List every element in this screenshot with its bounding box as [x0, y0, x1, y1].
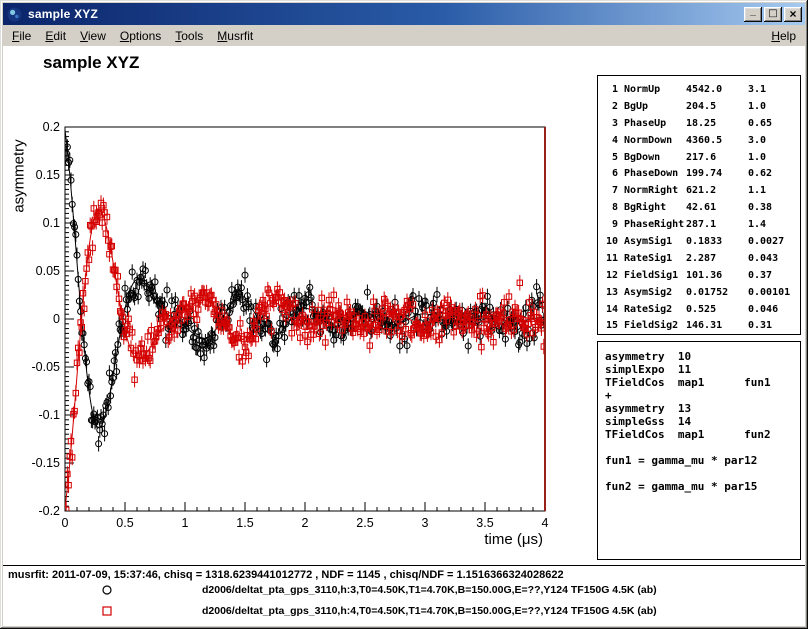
svg-text:0.5: 0.5: [116, 516, 133, 530]
menu-file[interactable]: File: [5, 26, 38, 46]
param-row: 3PhaseUp18.250.65: [604, 115, 800, 132]
param-row: 9PhaseRight287.11.4: [604, 216, 800, 233]
svg-text:4: 4: [542, 516, 549, 530]
svg-text:1.5: 1.5: [236, 516, 253, 530]
theory-line: [605, 441, 800, 454]
param-row: 7NormRight621.21.1: [604, 182, 800, 199]
param-row: 5BgDown217.61.0: [604, 149, 800, 166]
close-button[interactable]: ×: [784, 7, 802, 22]
theory-box[interactable]: asymmetry 10simplExpo 11TFieldCos map1 f…: [597, 341, 801, 560]
param-row: 12FieldSig1101.360.37: [604, 267, 800, 284]
svg-text:asymmetry: asymmetry: [11, 139, 28, 213]
param-row: 13AsymSig20.017520.00101: [604, 284, 800, 301]
legend-row-h3: d2006/deltat_pta_gps_3110,h:3,T0=4.50K,T…: [3, 583, 805, 597]
svg-text:-0.15: -0.15: [32, 456, 61, 470]
theory-line: fun2 = gamma_mu * par15: [605, 480, 800, 493]
theory-line: TFieldCos map1 fun1: [605, 376, 800, 389]
theory-line: asymmetry 10: [605, 350, 800, 363]
svg-text:-0.1: -0.1: [38, 408, 60, 422]
svg-text:0: 0: [53, 312, 60, 326]
legend-circle-marker-icon: [100, 583, 114, 597]
theory-line: +: [605, 389, 800, 402]
menu-musrfit[interactable]: Musrfit: [210, 26, 260, 46]
close-icon: ×: [789, 8, 796, 20]
menu-tools[interactable]: Tools: [168, 26, 210, 46]
param-row: 2BgUp204.51.0: [604, 98, 800, 115]
param-row: 1NormUp4542.03.1: [604, 81, 800, 98]
asymmetry-plot[interactable]: 0 0.5 1 1.5 2 2.5 3 3.5 4 -0.2 -0.15 -0.1 -0.05 0 0.05…: [3, 46, 595, 566]
theory-line: simpleGss 14: [605, 415, 800, 428]
svg-text:0.2: 0.2: [43, 120, 60, 134]
svg-text:0.05: 0.05: [36, 264, 60, 278]
param-table[interactable]: 1NormUp4542.03.12BgUp204.51.03PhaseUp18.…: [597, 75, 801, 335]
param-row: 8BgRight42.610.38: [604, 199, 800, 216]
root-canvas[interactable]: sample XYZ 00.511.522.533.54-0.2-0.15-0.…: [3, 46, 805, 626]
svg-text:-0.2: -0.2: [38, 504, 60, 518]
theory-line: simplExpo 11: [605, 363, 800, 376]
legend-label: d2006/deltat_pta_gps_3110,h:4,T0=4.50K,T…: [202, 605, 657, 617]
status-divider: [3, 565, 805, 566]
minimize-icon: _: [750, 9, 756, 15]
param-row: 4NormDown4360.53.0: [604, 132, 800, 149]
legend-label: d2006/deltat_pta_gps_3110,h:3,T0=4.50K,T…: [202, 584, 657, 596]
svg-text:0.15: 0.15: [36, 168, 60, 182]
param-row: 11RateSig12.2870.043: [604, 250, 800, 267]
svg-text:1: 1: [182, 516, 189, 530]
svg-text:time (μs): time (μs): [484, 531, 543, 548]
param-row: 10AsymSig10.18330.0027: [604, 233, 800, 250]
theory-line: fun1 = gamma_mu * par12: [605, 454, 800, 467]
param-row: 14RateSig20.5250.046: [604, 301, 800, 318]
status-line: musrfit: 2011-07-09, 15:37:46, chisq = 1…: [8, 569, 564, 581]
window-controls: _ □ ×: [744, 7, 802, 22]
app-icon[interactable]: [7, 7, 22, 22]
svg-text:-0.05: -0.05: [32, 360, 61, 374]
minimize-button[interactable]: _: [744, 7, 762, 22]
maximize-button[interactable]: □: [764, 7, 782, 22]
menu-help[interactable]: Help: [764, 26, 803, 46]
menu-view[interactable]: View: [73, 26, 113, 46]
svg-text:3: 3: [422, 516, 429, 530]
menubar: File Edit View Options Tools Musrfit Hel…: [3, 25, 805, 46]
svg-text:2.5: 2.5: [356, 516, 373, 530]
legend-square-marker-icon: [100, 604, 114, 618]
theory-line: [605, 467, 800, 480]
menu-edit[interactable]: Edit: [38, 26, 73, 46]
legend-row-h4: d2006/deltat_pta_gps_3110,h:4,T0=4.50K,T…: [3, 604, 805, 618]
svg-text:3.5: 3.5: [476, 516, 493, 530]
menu-options[interactable]: Options: [113, 26, 168, 46]
maximize-icon: □: [768, 9, 777, 19]
titlebar[interactable]: sample XYZ _ □ ×: [3, 3, 805, 25]
svg-text:0.1: 0.1: [43, 216, 60, 230]
window-title: sample XYZ: [28, 7, 98, 21]
theory-text: asymmetry 10simplExpo 11TFieldCos map1 f…: [605, 350, 800, 493]
theory-line: TFieldCos map1 fun2: [605, 428, 800, 441]
svg-text:2: 2: [302, 516, 309, 530]
svg-text:0: 0: [62, 516, 69, 530]
param-row: 6PhaseDown199.740.62: [604, 165, 800, 182]
musrview-window: sample XYZ _ □ × File Edit View Options …: [0, 0, 808, 629]
theory-line: asymmetry 13: [605, 402, 800, 415]
param-row: 15FieldSig2146.310.31: [604, 317, 800, 334]
